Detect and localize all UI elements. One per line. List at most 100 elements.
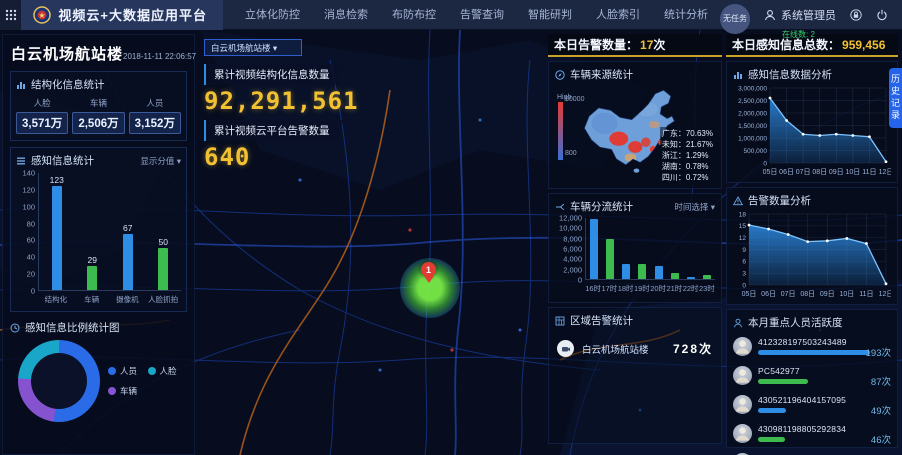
middle-column: 本日告警数量： 17 次 车辆来源统计 High 50000 800 (548, 34, 722, 455)
x-tick-label: 人脸抓拍 (145, 294, 181, 305)
svg-text:09日: 09日 (829, 168, 844, 176)
person-avatar (733, 366, 752, 385)
bar-plot (585, 218, 715, 280)
person-activity-bar (758, 350, 870, 355)
x-tick-label: 结构化 (38, 294, 74, 305)
user-menu[interactable]: 系统管理员 在线数: 2 (764, 7, 836, 23)
today-alarm-unit: 次 (653, 36, 665, 53)
china-heatmap: High 50000 800 (555, 84, 715, 188)
display-filter-dropdown[interactable]: 显示分值 ▾ (140, 155, 181, 167)
legend-dot (108, 367, 116, 375)
list-icon (16, 156, 26, 166)
today-alarm-label: 本日告警数量： (554, 36, 638, 53)
person-icon (733, 318, 743, 328)
legend-label: 人脸 (160, 365, 177, 377)
svg-text:0: 0 (763, 160, 767, 167)
legend-dot (108, 387, 116, 395)
user-name: 系统管理员 (781, 7, 836, 23)
svg-text:07日: 07日 (781, 290, 796, 298)
bar-column: 67 (110, 223, 146, 290)
time-filter-dropdown[interactable]: 时间选择 ▾ (674, 201, 715, 213)
x-tick-label: 22时 (683, 283, 699, 294)
online-count: 在线数: 2 (782, 29, 815, 40)
svg-text:2,000,000: 2,000,000 (738, 110, 767, 117)
kpi-alarms-label: 累计视频云平台告警数量 (204, 120, 344, 141)
source-percent-list: 广东：70.63%未知：21.67%浙江：1.29%湖南：0.78%四川：0.7… (660, 127, 715, 184)
donut-legend: 人员 人脸车辆 (108, 365, 187, 397)
person-info: PC542977 (758, 366, 855, 384)
section-title: 结构化信息统计 (31, 77, 105, 92)
bar-value-label: 29 (88, 255, 97, 265)
warning-triangle-icon (733, 196, 743, 206)
person-row[interactable]: 430981198805292834 46次 (733, 424, 891, 446)
y-tick-label: 6,000 (563, 245, 582, 254)
lock-button[interactable] (850, 9, 862, 21)
grid-dots-icon (5, 9, 17, 21)
left-panel: 白云机场航站楼 2018-11-11 22:06:57 结构化信息统计 人脸3,… (2, 34, 195, 455)
svg-text:6: 6 (742, 259, 746, 266)
person-row[interactable]: 43052119640415709549次 (733, 395, 891, 417)
y-tick-label: 40 (27, 253, 35, 262)
svg-text:18: 18 (739, 211, 747, 218)
nav-item[interactable]: 告警查询 (448, 0, 516, 30)
y-tick-label: 10,000 (559, 224, 582, 233)
person-activity-bar (758, 408, 786, 413)
bar-column (618, 264, 634, 280)
map-site-selector[interactable]: 白云机场航站楼 ▾ (204, 39, 302, 56)
legend-label: 人员 (120, 365, 137, 377)
x-tick-label: 20时 (650, 283, 666, 294)
bar (158, 248, 168, 290)
nav-item[interactable]: 人脸索引 (584, 0, 652, 30)
stat-value: 3,571万 (16, 112, 68, 134)
region-grid-icon (555, 316, 565, 326)
svg-text:12日: 12日 (879, 290, 891, 298)
alarm-area-chart: 05日06日07日08日09日10日11日12日0369121518 (733, 208, 891, 300)
svg-text:12: 12 (739, 235, 747, 242)
chart-icon (733, 70, 743, 80)
bar-value-label: 67 (123, 223, 132, 233)
legend-dot (148, 367, 156, 375)
app-title: 视频云+大数据应用平台 (58, 5, 207, 24)
section-title: 感知信息统计 (31, 153, 94, 168)
section-title: 感知信息比例统计图 (25, 320, 120, 335)
person-capture-count: 49次 (861, 403, 891, 417)
bar (655, 266, 663, 279)
bar-y-axis: 02,0004,0006,0008,00010,00012,000 (555, 218, 585, 294)
power-icon (876, 9, 888, 21)
nav-item[interactable]: 消息检索 (312, 0, 380, 30)
power-button[interactable] (876, 9, 888, 21)
nav-item[interactable]: 立体化防控 (233, 0, 312, 30)
nav-item[interactable]: 统计分析 (652, 0, 720, 30)
nav-item[interactable]: 布防布控 (380, 0, 448, 30)
user-icon (764, 9, 776, 21)
region-alarm-row[interactable]: 白云机场航站楼728次 (557, 340, 713, 357)
task-badge[interactable]: 无任务 (720, 4, 750, 34)
person-capture-count: 46次 (861, 432, 891, 446)
vehicle-source-panel: 车辆来源统计 High 50000 800 (548, 61, 722, 189)
source-percent-item: 浙江：1.29% (662, 150, 713, 161)
source-percent-item: 广东：70.63% (662, 128, 713, 139)
bar-chart-body: 020406080100120140123296750结构化车辆摄像机人脸抓拍 (16, 173, 181, 305)
region-count: 728次 (673, 340, 713, 357)
bar-value-label: 50 (159, 237, 168, 247)
stat-box: 车辆2,506万 (72, 97, 124, 134)
alarm-analysis-panel: 告警数量分析 05日06日07日08日09日10日11日12日036912151… (726, 187, 898, 305)
stat-box: 人员3,152万 (129, 97, 181, 134)
today-perception-value: 959,456 (842, 38, 885, 52)
svg-text:2,500,000: 2,500,000 (738, 98, 767, 105)
person-row[interactable]: PC54297787次 (733, 366, 891, 388)
person-row[interactable]: 412328197503243489 193次 (733, 337, 891, 359)
nav-item[interactable]: 智能研判 (516, 0, 584, 30)
person-id: 430981198805292834 (758, 424, 855, 434)
history-tab[interactable]: 历史记录 (889, 68, 902, 128)
panel-title: 告警数量分析 (748, 193, 811, 208)
person-capture-count: 193次 (861, 345, 891, 359)
key-persons-list: 412328197503243489 193次 PC54297787次 4305211… (733, 337, 891, 455)
map-marker[interactable]: 1 (421, 262, 437, 283)
nav-menu: 立体化防控消息检索布防布控告警查询智能研判人脸索引统计分析 (233, 0, 720, 30)
app-grid-icon[interactable] (0, 0, 21, 30)
person-id: 412328197503243489 (758, 337, 855, 347)
bar-plot-wrap: 16时17时18时19时20时21时22时23时 (585, 218, 715, 294)
svg-text:3,000,000: 3,000,000 (738, 85, 767, 92)
legend-label: 车辆 (120, 385, 137, 397)
